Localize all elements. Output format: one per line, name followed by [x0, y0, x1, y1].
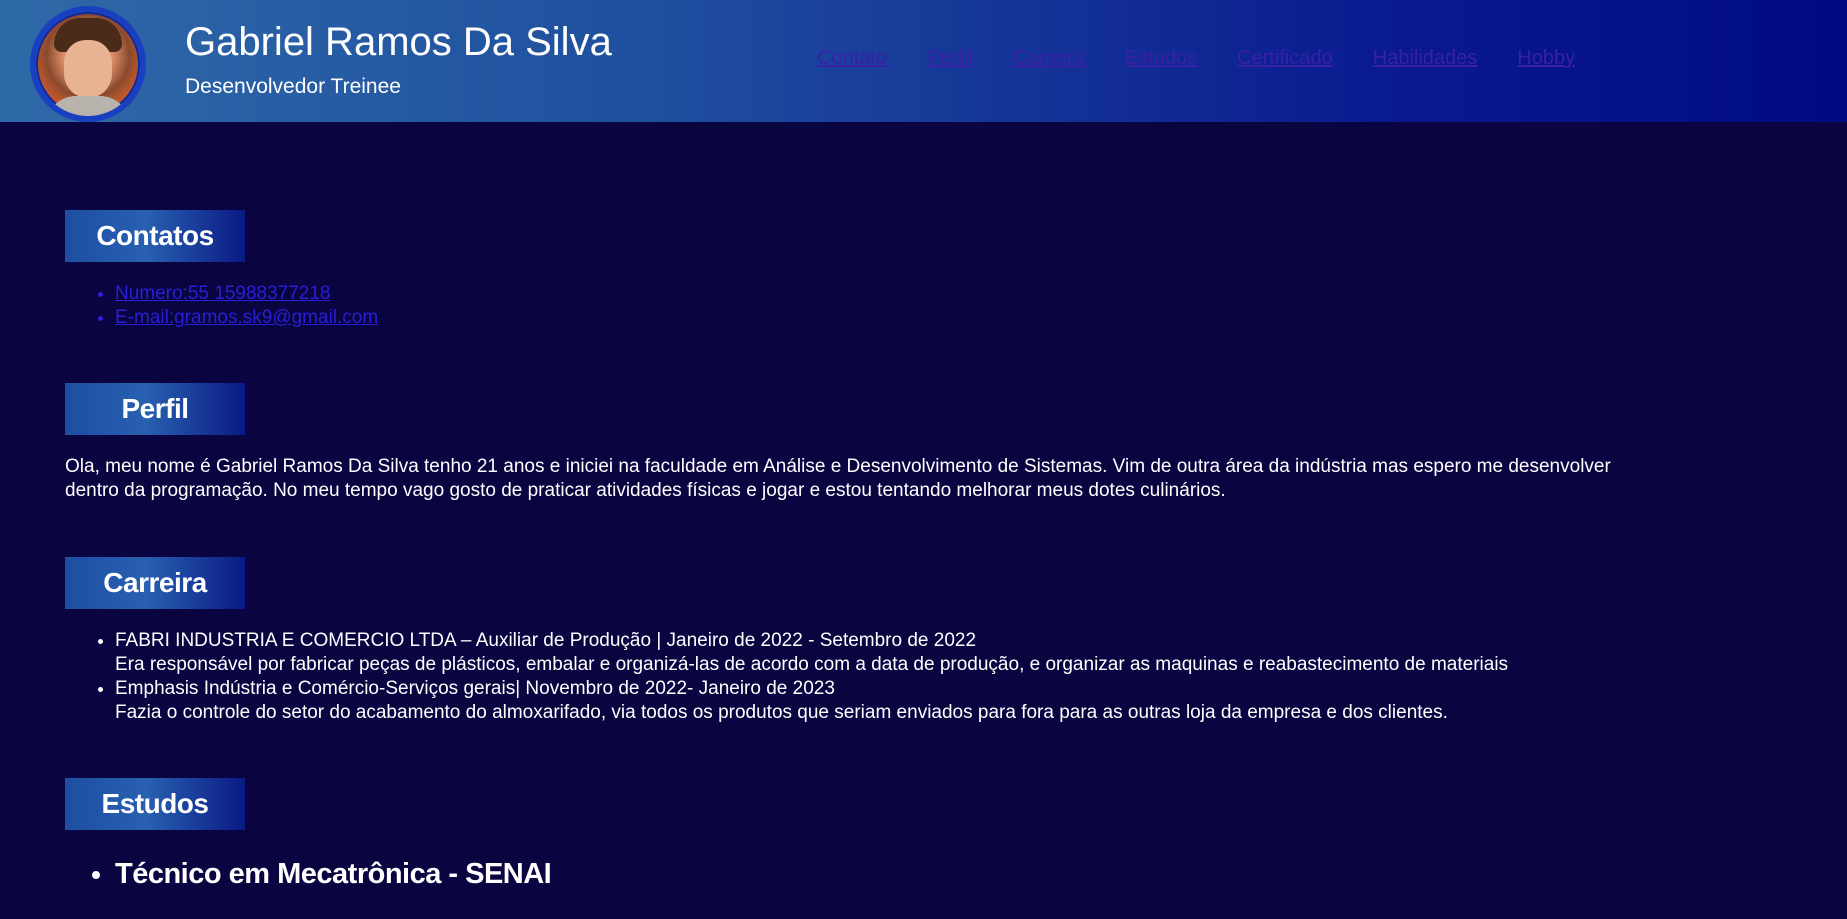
section-title-estudos: Estudos	[65, 778, 245, 830]
section-title-carreira: Carreira	[65, 557, 245, 609]
career-list: FABRI INDUSTRIA E COMERCIO LTDA – Auxili…	[115, 629, 1508, 725]
list-item: FABRI INDUSTRIA E COMERCIO LTDA – Auxili…	[115, 629, 1508, 677]
section-title-perfil: Perfil	[65, 383, 245, 435]
avatar-face	[64, 40, 112, 98]
section-title-contatos: Contatos	[65, 210, 245, 262]
header-bar: Gabriel Ramos Da Silva Desenvolvedor Tre…	[0, 0, 1847, 122]
nav-link-certificado[interactable]: Certificado	[1237, 47, 1333, 70]
email-link[interactable]: E-mail:gramos.sk9@gmail.com	[115, 307, 378, 328]
top-nav: Contato Perfil Carreira Estudos Certific…	[817, 47, 1615, 70]
nav-link-carreira[interactable]: Carreira	[1013, 47, 1085, 70]
avatar-shirt	[46, 96, 130, 116]
nav-link-estudos[interactable]: Estudos	[1125, 47, 1197, 70]
list-item: Emphasis Indústria e Comércio-Serviços g…	[115, 677, 1508, 725]
list-item: E-mail:gramos.sk9@gmail.com	[115, 306, 378, 330]
profile-text: Ola, meu nome é Gabriel Ramos Da Silva t…	[65, 456, 1611, 501]
nav-link-contato[interactable]: Contato	[817, 47, 887, 70]
nav-link-hobby[interactable]: Hobby	[1517, 47, 1575, 70]
avatar	[30, 6, 146, 122]
studies-list: Técnico em Mecatrônica - SENAI	[115, 856, 552, 892]
list-item: Técnico em Mecatrônica - SENAI	[115, 856, 552, 892]
nav-link-perfil[interactable]: Perfil	[927, 47, 973, 70]
career-heading: FABRI INDUSTRIA E COMERCIO LTDA – Auxili…	[115, 630, 977, 651]
career-description: Fazia o controle do setor do acabamento …	[115, 702, 1448, 723]
list-item: Numero:55 15988377218	[115, 282, 378, 306]
career-description: Era responsável por fabricar peças de pl…	[115, 654, 1509, 675]
contacts-list: Numero:55 15988377218 E-mail:gramos.sk9@…	[115, 282, 378, 330]
phone-link[interactable]: Numero:55 15988377218	[115, 283, 331, 304]
nav-link-habilidades[interactable]: Habilidades	[1373, 47, 1478, 70]
page-title: Gabriel Ramos Da Silva	[185, 20, 612, 64]
career-heading: Emphasis Indústria e Comércio-Serviços g…	[115, 678, 835, 699]
page-subtitle: Desenvolvedor Treinee	[185, 75, 401, 98]
